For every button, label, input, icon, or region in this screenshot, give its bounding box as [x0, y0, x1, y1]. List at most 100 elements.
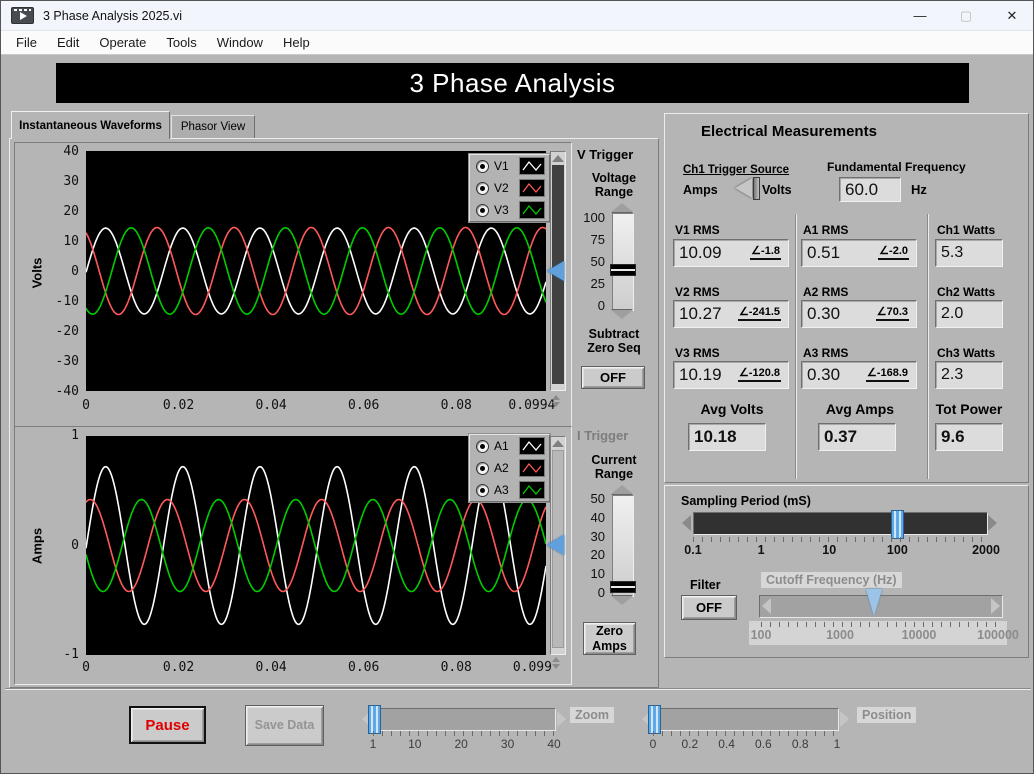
sampling-tick-marks [693, 537, 986, 542]
amps-axis-spinner[interactable] [548, 657, 564, 669]
slider-right-arrow-icon[interactable] [988, 515, 997, 531]
tab-phasor-view[interactable]: Phasor View [171, 115, 255, 138]
slider-left-arrow-icon[interactable] [762, 598, 771, 614]
legend-line-sample-icon[interactable] [519, 459, 545, 477]
slider-right-arrow-icon[interactable] [840, 711, 849, 727]
led-dot [480, 207, 485, 213]
legend-line-sample-icon[interactable] [519, 157, 545, 175]
spin-down-icon[interactable] [552, 402, 560, 407]
fundamental-frequency-value: 60.0 [845, 179, 879, 199]
trigger-source-switch-icon[interactable] [735, 178, 752, 198]
meas-label: Ch3 Watts [937, 346, 996, 360]
legend-item-a3[interactable]: A3 [470, 479, 549, 501]
fundamental-frequency-box[interactable]: 60.0 [839, 177, 901, 202]
scroll-up-icon[interactable] [552, 155, 564, 162]
filter-off-button[interactable]: OFF [681, 595, 737, 620]
plot-visible-led-icon[interactable] [476, 203, 489, 217]
slider-scale-label: 10000 [901, 628, 937, 642]
volts-x-axis: 0 0.02 0.04 0.06 0.08 0.0994 [82, 398, 555, 413]
legend-item-a1[interactable]: A1 [470, 435, 549, 457]
amps-legend: A1 A2 A3 [469, 434, 550, 502]
slider-right-arrow-icon[interactable] [991, 598, 1000, 614]
position-handle[interactable] [648, 705, 661, 734]
zoom-handle[interactable] [368, 705, 381, 734]
menu-help[interactable]: Help [273, 33, 320, 52]
plot-visible-led-icon[interactable] [476, 159, 489, 173]
trigger-source-switch-handle[interactable] [753, 177, 760, 200]
sampling-period-slider[interactable] [693, 512, 988, 535]
plot-visible-led-icon[interactable] [476, 439, 489, 453]
meas-label: Ch1 Watts [937, 223, 996, 237]
x-tick-label: 0 [82, 660, 90, 675]
menu-operate[interactable]: Operate [89, 33, 156, 52]
volts-axis-spinner[interactable] [548, 395, 564, 407]
voltage-range-slider[interactable] [612, 213, 634, 311]
position-slider[interactable] [653, 708, 839, 731]
cutoff-tick-marks [761, 622, 998, 627]
voltage-range-handle[interactable] [610, 263, 636, 276]
waveform-v3 [85, 226, 547, 316]
minimize-icon[interactable]: — [897, 1, 943, 30]
led-dot [480, 185, 485, 191]
plot-visible-led-icon[interactable] [476, 461, 489, 475]
slider-decrement-icon[interactable] [611, 310, 633, 319]
current-range-handle[interactable] [610, 581, 636, 594]
volts-legend: V1 V2 V3 [469, 154, 550, 222]
led-dot [480, 465, 485, 471]
pause-button[interactable]: Pause [129, 706, 206, 744]
legend-item-v3[interactable]: V3 [470, 199, 549, 221]
close-icon[interactable]: ✕ [989, 1, 1033, 30]
spin-up-icon[interactable] [552, 657, 560, 662]
legend-item-a2[interactable]: A2 [470, 457, 549, 479]
menu-window[interactable]: Window [207, 33, 273, 52]
meas-label: A3 RMS [803, 346, 849, 360]
zoom-label: Zoom [570, 707, 615, 723]
slider-scale-label: 10 [408, 737, 422, 751]
spin-down-icon[interactable] [552, 664, 560, 669]
cutoff-frequency-pointer[interactable] [866, 589, 883, 616]
trigger-source-amps-option[interactable]: Amps [683, 183, 718, 197]
legend-line-sample-icon[interactable] [519, 437, 545, 455]
plot-visible-led-icon[interactable] [476, 483, 489, 497]
spin-up-icon[interactable] [552, 395, 560, 400]
slider-scale-label: 40 [547, 737, 561, 751]
legend-line-sample-icon[interactable] [519, 179, 545, 197]
i-trigger-level-arrow[interactable] [547, 535, 564, 555]
legend-item-v1[interactable]: V1 [470, 155, 549, 177]
menu-file[interactable]: File [6, 33, 47, 52]
y-tick-label: -30 [55, 354, 79, 369]
slider-increment-icon[interactable] [611, 203, 633, 212]
tab-instantaneous-waveforms[interactable]: Instantaneous Waveforms [11, 111, 170, 139]
legend-line-sample-icon[interactable] [519, 201, 545, 219]
slider-left-arrow-icon[interactable] [682, 515, 691, 531]
sampling-period-handle[interactable] [891, 510, 905, 539]
slider-decrement-icon[interactable] [611, 596, 633, 605]
legend-label: A2 [494, 461, 509, 475]
plot-visible-led-icon[interactable] [476, 181, 489, 195]
meas-phase-angle: ∠-241.5 [737, 307, 781, 321]
menu-edit[interactable]: Edit [47, 33, 89, 52]
slider-increment-icon[interactable] [611, 485, 633, 494]
cutoff-scale: 100 1000 10000 100000 [751, 628, 1019, 642]
legend-line-sample-icon[interactable] [519, 481, 545, 499]
meas-value: 10.27 [679, 304, 722, 323]
cutoff-frequency-label: Cutoff Frequency (Hz) [761, 572, 902, 588]
v-trigger-level-arrow[interactable] [547, 261, 564, 281]
subtract-zero-seq-button[interactable]: OFF [581, 366, 645, 389]
meas-label: V1 RMS [675, 223, 720, 237]
slider-scale-label: 1 [833, 737, 841, 751]
scroll-up-icon[interactable] [552, 440, 564, 447]
y-tick-label: 0 [71, 537, 79, 553]
meas-value-box: 2.0 [935, 300, 1003, 328]
zoom-tick-marks [373, 731, 554, 736]
zoom-slider[interactable] [373, 708, 556, 731]
zero-amps-button[interactable]: Zero Amps [583, 622, 636, 655]
trigger-source-volts-option[interactable]: Volts [762, 183, 792, 197]
slider-right-arrow-icon[interactable] [557, 711, 566, 727]
i-trigger-title: I Trigger [577, 428, 629, 443]
y-tick-label: 1 [71, 428, 79, 443]
menu-tools[interactable]: Tools [156, 33, 206, 52]
legend-item-v2[interactable]: V2 [470, 177, 549, 199]
voltage-range-label: Voltage Range [591, 171, 637, 199]
legend-label: V1 [494, 159, 509, 173]
